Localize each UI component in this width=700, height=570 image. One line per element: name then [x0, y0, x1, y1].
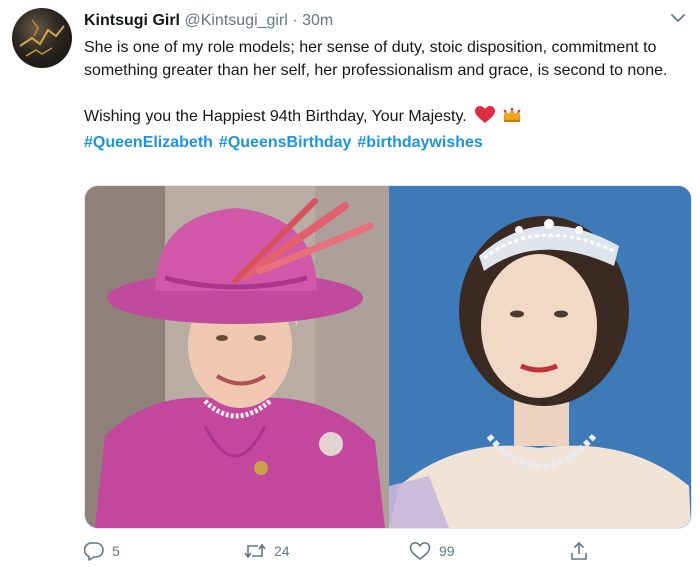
- author-handle[interactable]: @Kintsugi_girl: [184, 12, 287, 29]
- retweet-count: 24: [274, 543, 290, 559]
- hashtags: #QueenElizabeth #QueensBirthday #birthdayw…: [84, 131, 684, 154]
- retweet-icon: [244, 543, 266, 559]
- reply-count: 5: [112, 543, 120, 559]
- like-icon: [409, 541, 431, 561]
- like-count: 99: [439, 543, 455, 559]
- reply-button[interactable]: 5: [84, 538, 120, 564]
- chevron-down-icon[interactable]: [668, 8, 688, 28]
- author-name[interactable]: Kintsugi Girl: [84, 12, 180, 29]
- tweet-text-paragraph-1: She is one of my role models; her sense …: [84, 39, 668, 79]
- hashtag-birthdaywishes[interactable]: #birthdaywishes: [357, 134, 482, 151]
- hashtag-queenelizabeth[interactable]: #QueenElizabeth: [84, 134, 213, 151]
- share-icon: [571, 541, 587, 560]
- separator-dot: ·: [292, 12, 298, 29]
- tweet-text-paragraph-2: Wishing you the Happiest 94th Birthday, …: [84, 105, 684, 131]
- reply-icon: [84, 542, 104, 561]
- share-button[interactable]: [569, 538, 597, 564]
- like-button[interactable]: 99: [409, 538, 455, 564]
- tweet-text: She is one of my role models; her sense …: [84, 36, 684, 154]
- birthday-wish-text: Wishing you the Happiest 94th Birthday, …: [84, 108, 467, 125]
- queen-tiara-portrait-photo[interactable]: [389, 186, 691, 528]
- retweet-button[interactable]: 24: [244, 538, 290, 564]
- timestamp[interactable]: 30m: [302, 12, 333, 29]
- tweet-actions: 5 24 99: [84, 538, 604, 564]
- hashtag-queensbirthday[interactable]: #QueensBirthday: [219, 134, 351, 151]
- tweet-media: [84, 185, 692, 529]
- tweet-header: Kintsugi Girl @Kintsugi_girl · 30m: [84, 10, 660, 32]
- queen-pink-hat-photo[interactable]: [85, 186, 389, 528]
- heart-emoji: [475, 106, 496, 131]
- avatar[interactable]: [12, 8, 72, 68]
- crown-emoji: [502, 106, 522, 131]
